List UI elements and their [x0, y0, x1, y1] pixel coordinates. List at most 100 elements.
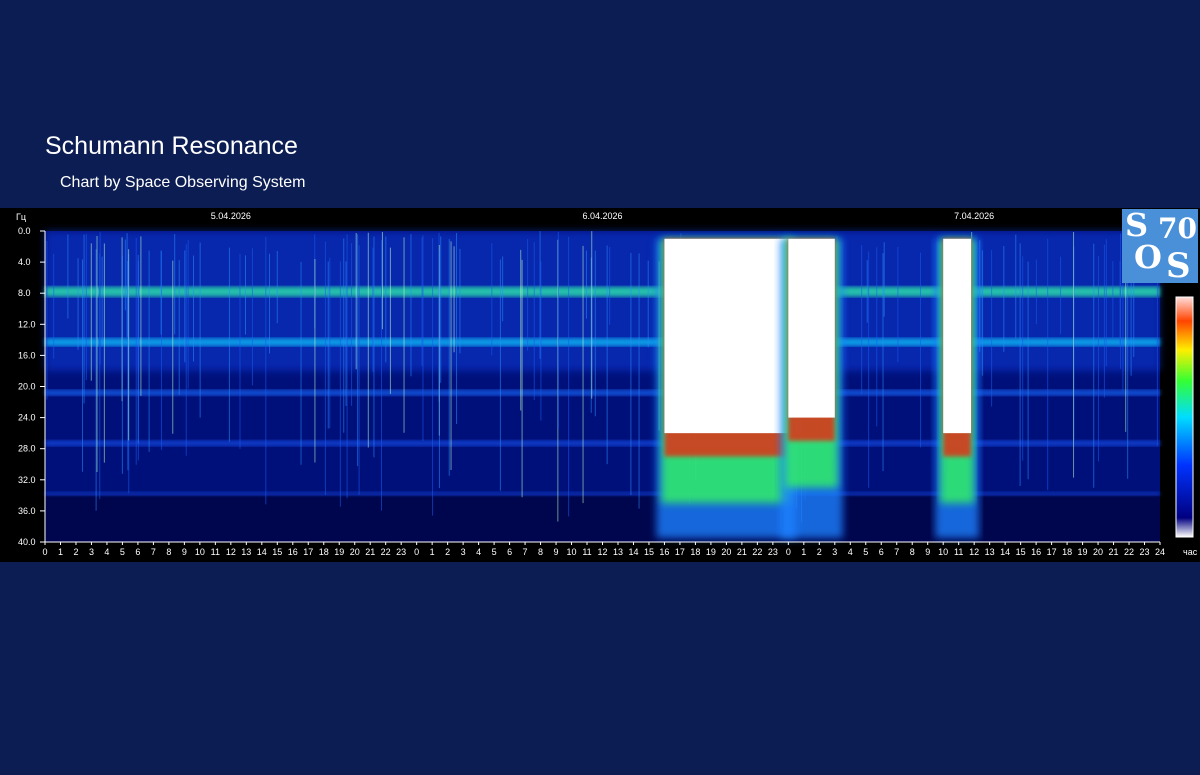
x-tick-label: 21: [737, 547, 747, 557]
x-tick-label: 1: [430, 547, 435, 557]
x-tick-label: 12: [226, 547, 236, 557]
y-axis-label: Гц: [16, 212, 26, 222]
x-tick-label: 15: [272, 547, 282, 557]
x-tick-label: 10: [195, 547, 205, 557]
x-tick-label: 4: [104, 547, 109, 557]
x-tick-label: 8: [166, 547, 171, 557]
date-label: 6.04.2026: [582, 211, 622, 221]
x-tick-label: 14: [257, 547, 267, 557]
x-tick-label: 18: [690, 547, 700, 557]
x-tick-label: 0: [42, 547, 47, 557]
x-tick-label: 0: [414, 547, 419, 557]
y-tick-label: 16.0: [18, 350, 36, 360]
x-tick-label: 19: [706, 547, 716, 557]
logo-letter-70: 70: [1158, 212, 1197, 245]
x-tick-label: 13: [985, 547, 995, 557]
chart-subtitle: Chart by Space Observing System: [60, 174, 306, 191]
x-tick-label: 5: [863, 547, 868, 557]
x-tick-label: 14: [1000, 547, 1010, 557]
x-tick-label: 5: [120, 547, 125, 557]
sos70-logo: S 70 O S: [1122, 209, 1198, 283]
chart-title: Schumann Resonance: [45, 132, 298, 160]
y-tick-label: 32.0: [18, 475, 36, 485]
x-tick-label: 3: [461, 547, 466, 557]
x-tick-label: 6: [507, 547, 512, 557]
x-tick-label: 18: [319, 547, 329, 557]
x-tick-label: 17: [675, 547, 685, 557]
x-tick-label: 2: [73, 547, 78, 557]
y-tick-label: 36.0: [18, 506, 36, 516]
x-tick-label: 7: [523, 547, 528, 557]
x-tick-label: 22: [1124, 547, 1134, 557]
y-tick-label: 28.0: [18, 444, 36, 454]
x-tick-label: 12: [969, 547, 979, 557]
x-tick-label: 19: [334, 547, 344, 557]
x-tick-label: 3: [832, 547, 837, 557]
x-tick-label: 2: [445, 547, 450, 557]
resonance-band-3: [45, 389, 1160, 396]
x-tick-label: 0: [786, 547, 791, 557]
x-tick-label: 3: [89, 547, 94, 557]
x-tick-label: 7: [894, 547, 899, 557]
x-tick-label: 23: [768, 547, 778, 557]
x-tick-label: 23: [1140, 547, 1150, 557]
resonance-band-5: [45, 491, 1160, 496]
x-tick-label: 7: [151, 547, 156, 557]
resonance-band-2: [45, 338, 1160, 347]
logo-letter-s1: S: [1125, 209, 1149, 244]
x-tick-label: 11: [582, 547, 591, 557]
x-tick-label: 11: [954, 547, 963, 557]
event-core-2: [788, 238, 835, 418]
x-tick-label: 9: [925, 547, 930, 557]
x-tick-label: 17: [303, 547, 313, 557]
colorbar: [1175, 296, 1194, 538]
resonance-band-4: [45, 440, 1160, 447]
x-tick-label: 9: [182, 547, 187, 557]
event-core-1: [664, 238, 789, 434]
resonance-band-1: [45, 286, 1160, 297]
y-tick-label: 20.0: [18, 382, 36, 392]
x-tick-label: 11: [211, 547, 220, 557]
y-tick-label: 4.0: [18, 257, 31, 267]
x-tick-label: 4: [848, 547, 853, 557]
low-frequency-noise: [45, 231, 1160, 371]
x-tick-label: 20: [350, 547, 360, 557]
x-tick-label: 16: [288, 547, 298, 557]
x-tick-label: 8: [538, 547, 543, 557]
x-tick-label: 14: [628, 547, 638, 557]
x-tick-label: 6: [135, 547, 140, 557]
y-tick-label: 0.0: [18, 226, 31, 236]
x-tick-label: 16: [659, 547, 669, 557]
y-tick-label: 8.0: [18, 288, 31, 298]
x-tick-label: 15: [644, 547, 654, 557]
x-tick-label: 10: [938, 547, 948, 557]
logo-letter-s2: S: [1166, 246, 1191, 283]
x-tick-label: 12: [597, 547, 607, 557]
x-tick-label: 9: [554, 547, 559, 557]
x-tick-label: 21: [365, 547, 375, 557]
x-tick-label: 10: [567, 547, 577, 557]
y-tick-label: 12.0: [18, 319, 36, 329]
high-frequency-dark: [45, 495, 1160, 542]
x-tick-label: 17: [1047, 547, 1057, 557]
x-tick-label: 18: [1062, 547, 1072, 557]
event-core-3: [943, 238, 972, 434]
x-tick-label: 19: [1078, 547, 1088, 557]
x-tick-label: 1: [801, 547, 806, 557]
y-tick-label: 24.0: [18, 413, 36, 423]
x-tick-label: 13: [613, 547, 623, 557]
date-label: 7.04.2026: [954, 211, 994, 221]
x-tick-label: 13: [241, 547, 251, 557]
x-tick-label: 22: [752, 547, 762, 557]
x-tick-label: 24: [1155, 547, 1165, 557]
x-tick-label: 23: [396, 547, 406, 557]
x-tick-label: 21: [1109, 547, 1119, 557]
x-tick-label: 22: [381, 547, 391, 557]
y-tick-label: 40.0: [18, 537, 36, 547]
x-tick-label: 16: [1031, 547, 1041, 557]
date-label: 5.04.2026: [211, 211, 251, 221]
x-tick-label: 1: [58, 547, 63, 557]
x-tick-label: 6: [879, 547, 884, 557]
x-tick-label: 8: [910, 547, 915, 557]
logo-letter-o: O: [1134, 238, 1162, 276]
